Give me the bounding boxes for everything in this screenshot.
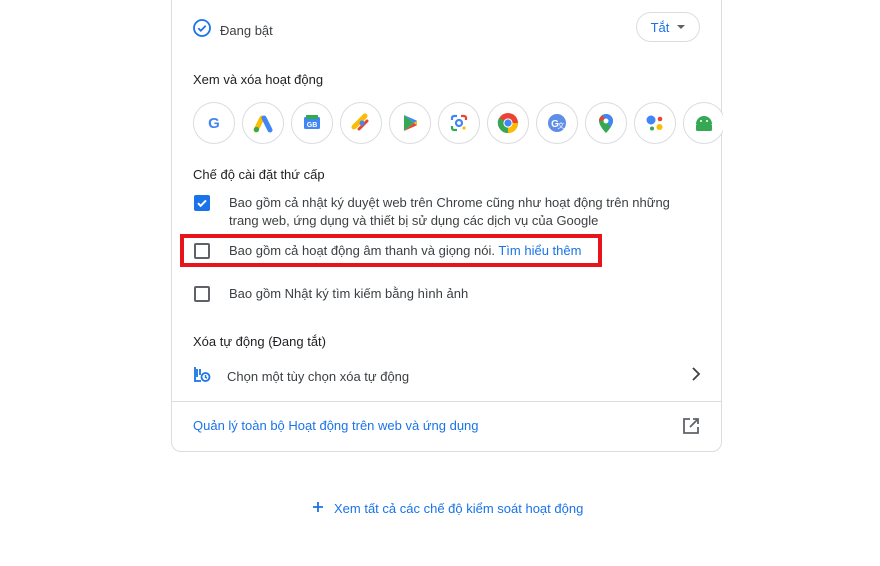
google-lens-icon[interactable]	[438, 102, 480, 144]
status-dropdown[interactable]: Tắt	[636, 12, 700, 42]
status-row: Đang bật	[193, 19, 273, 42]
google-assistant-icon[interactable]	[634, 102, 676, 144]
check-circle-icon	[193, 19, 211, 42]
chrome-webstore-icon[interactable]	[340, 102, 382, 144]
auto-delete-title: Xóa tự động (Đang tắt)	[193, 334, 327, 349]
apps-row: G GB G文	[193, 102, 723, 144]
status-label: Đang bật	[220, 23, 273, 38]
option-chrome-history-label: Bao gồm cả nhật ký duyệt web trên Chrome…	[229, 195, 670, 228]
google-translate-icon[interactable]: G文	[536, 102, 578, 144]
google-icon[interactable]: G	[193, 102, 235, 144]
option-visual-search: Bao gồm Nhật ký tìm kiếm bằng hình ảnh	[194, 285, 468, 303]
chrome-icon[interactable]	[487, 102, 529, 144]
google-ads-icon[interactable]	[242, 102, 284, 144]
auto-delete-row[interactable]: Chọn một tùy chọn xóa tự động	[193, 365, 701, 388]
manage-activity-link[interactable]: Quản lý toàn bộ Hoạt động trên web và ứn…	[193, 418, 479, 433]
plus-icon	[312, 501, 324, 516]
google-play-icon[interactable]	[389, 102, 431, 144]
view-delete-title: Xem và xóa hoạt động	[193, 72, 324, 87]
apps-carousel: G GB G文	[172, 94, 723, 152]
svg-text:GB: GB	[307, 122, 318, 129]
auto-delete-icon	[193, 365, 211, 388]
checkbox-visual-search[interactable]	[194, 286, 210, 302]
svg-text:文: 文	[558, 121, 565, 130]
chevron-right-icon	[691, 367, 701, 386]
sub-settings-title: Chế độ cài đặt thứ cấp	[193, 167, 325, 182]
auto-delete-option: Chọn một tùy chọn xóa tự động	[227, 369, 410, 384]
caret-down-icon	[677, 25, 686, 29]
see-all-controls-link[interactable]: Xem tất cả các chế độ kiểm soát hoạt độn…	[312, 501, 583, 516]
google-maps-icon[interactable]	[585, 102, 627, 144]
activity-card: Đang bật Tắt Xem và xóa hoạt động G GB G…	[171, 0, 723, 452]
divider	[172, 401, 721, 402]
android-icon[interactable]	[683, 102, 723, 144]
option-chrome-history: Bao gồm cả nhật ký duyệt web trên Chrome…	[194, 194, 694, 230]
red-highlight-box	[180, 234, 602, 267]
open-external-icon[interactable]	[681, 416, 701, 441]
svg-text:G: G	[208, 115, 220, 132]
see-all-label: Xem tất cả các chế độ kiểm soát hoạt độn…	[334, 501, 584, 516]
dropdown-value: Tắt	[650, 19, 670, 35]
option-visual-search-label: Bao gồm Nhật ký tìm kiếm bằng hình ảnh	[229, 286, 469, 301]
google-news-icon[interactable]: GB	[291, 102, 333, 144]
checkbox-chrome-history[interactable]	[194, 195, 210, 211]
